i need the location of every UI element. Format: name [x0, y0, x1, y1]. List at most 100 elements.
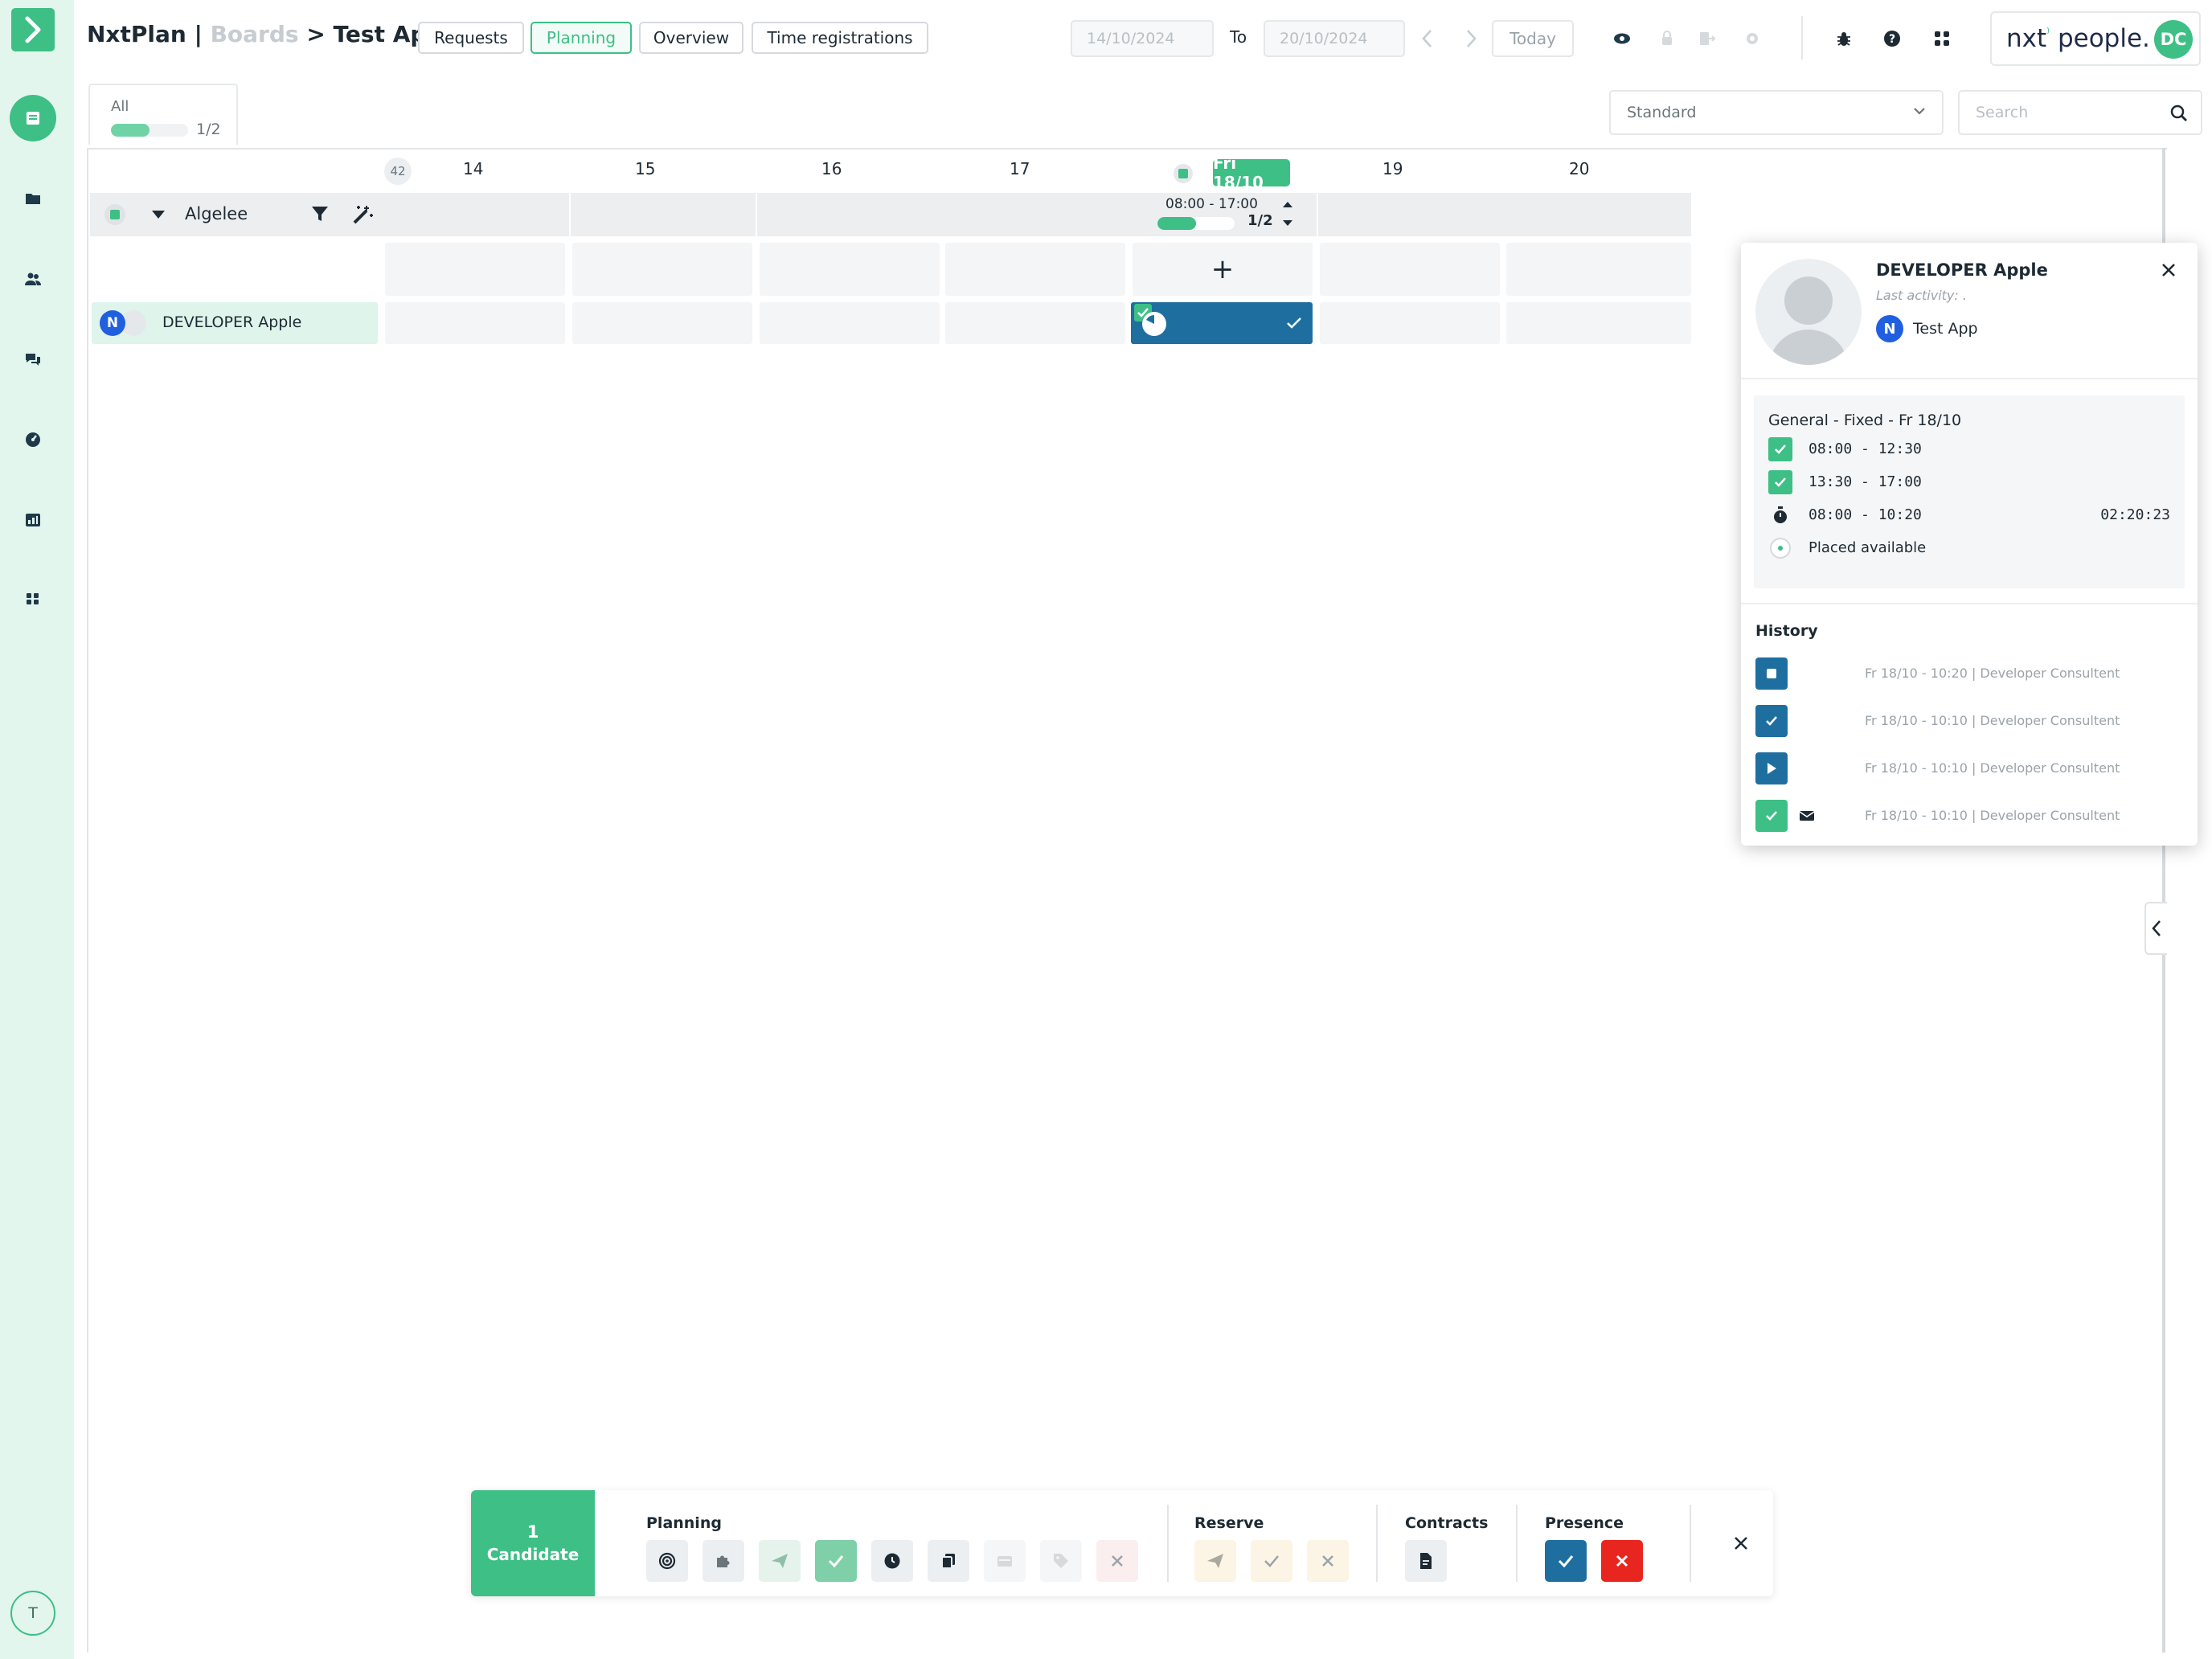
today-select-checkbox[interactable]	[1174, 164, 1193, 183]
user-avatar[interactable]: DC	[2154, 20, 2193, 59]
nav-planning[interactable]	[10, 95, 56, 141]
tab-planning[interactable]: Planning	[530, 22, 632, 54]
reserve-send-button[interactable]	[1194, 1540, 1236, 1582]
card-button[interactable]	[984, 1540, 1026, 1582]
contracts-actions-title: Contracts	[1405, 1514, 1489, 1532]
folder-icon	[26, 194, 40, 204]
chevron-right-icon	[1467, 30, 1477, 47]
bug-report-button[interactable]	[1829, 24, 1858, 53]
person-day-slot[interactable]	[572, 302, 752, 344]
grid-icon	[1935, 31, 1949, 46]
magic-wand-icon[interactable]	[350, 203, 375, 227]
planned-shift-block[interactable]	[1131, 302, 1313, 344]
filter-icon[interactable]	[310, 204, 330, 223]
capacity-stepper[interactable]	[1280, 198, 1296, 230]
reject-button[interactable]	[1096, 1540, 1138, 1582]
day-slot[interactable]	[945, 243, 1125, 296]
person-day-slot[interactable]	[1320, 302, 1500, 344]
candidate-label: Candidate	[486, 1545, 580, 1564]
check-icon	[828, 1555, 844, 1568]
view-toggle-button[interactable]	[1608, 24, 1636, 53]
absent-button[interactable]	[1601, 1540, 1643, 1582]
action-divider	[1690, 1505, 1691, 1582]
close-icon	[1735, 1537, 1747, 1550]
close-icon	[1322, 1555, 1333, 1567]
nav-apps[interactable]	[10, 576, 56, 622]
person-name: DEVELOPER Apple	[162, 313, 302, 331]
day-slot[interactable]	[572, 243, 752, 296]
apps-button[interactable]	[1927, 24, 1956, 53]
person-day-slot[interactable]	[1506, 302, 1691, 344]
user-menu-avatar[interactable]: T	[10, 1591, 55, 1636]
caret-down-icon	[1283, 220, 1292, 226]
next-week-button[interactable]	[1456, 24, 1485, 53]
popover-divider	[1741, 603, 2198, 604]
collapse-panel-button[interactable]	[2144, 902, 2167, 955]
search-input[interactable]: Search	[1958, 90, 2202, 135]
day-slot[interactable]	[1506, 243, 1691, 296]
tab-time-registrations[interactable]: Time registrations	[752, 22, 928, 54]
breadcrumb-arrow: >	[306, 21, 326, 47]
all-filter-tab[interactable]: All 1/2	[88, 84, 238, 145]
person-day-slot[interactable]	[945, 302, 1125, 344]
confirm-button[interactable]	[815, 1540, 857, 1582]
help-button[interactable]: ?	[1878, 24, 1907, 53]
tab-requests[interactable]: Requests	[418, 22, 524, 54]
close-action-bar-button[interactable]	[1727, 1529, 1755, 1558]
app-logo[interactable]	[11, 8, 55, 51]
org-switcher[interactable]: nxt⁾ people. DC	[1990, 11, 2201, 66]
presence-actions-title: Presence	[1545, 1514, 1624, 1532]
shift-capacity-fill	[1157, 217, 1196, 230]
file-export-icon	[1700, 32, 1716, 45]
day-slot[interactable]	[1320, 243, 1500, 296]
nav-dashboard[interactable]	[10, 416, 56, 463]
nav-people[interactable]	[10, 256, 56, 302]
day-header-today: Fri 18/10	[1213, 154, 1290, 192]
lock-button[interactable]	[1653, 24, 1682, 53]
app-root: T NxtPlan | Boards > Test App Requests P…	[0, 0, 2212, 1659]
availability-status-row: Placed available	[1768, 536, 2170, 560]
history-text: Fr 18/10 - 10:10 | Developer Consultent	[1865, 713, 2120, 728]
date-from-input[interactable]: 14/10/2024	[1071, 20, 1214, 57]
date-to-input[interactable]: 20/10/2024	[1264, 20, 1405, 57]
add-shift-button[interactable]: +	[1133, 243, 1313, 296]
person-day-slot[interactable]	[385, 302, 565, 344]
nav-messages[interactable]	[10, 336, 56, 383]
view-select[interactable]: Standard	[1609, 90, 1944, 135]
day-header: 15	[635, 159, 656, 178]
chevron-left-icon	[2152, 920, 2161, 936]
reserve-reject-button[interactable]	[1307, 1540, 1349, 1582]
contract-button[interactable]	[1405, 1540, 1447, 1582]
stopwatch-icon	[1768, 503, 1792, 527]
today-button[interactable]: Today	[1492, 20, 1574, 57]
stop-icon	[1755, 657, 1788, 690]
nav-reports[interactable]	[10, 497, 56, 543]
tab-overview[interactable]: Overview	[639, 22, 743, 54]
group-select-checkbox[interactable]	[104, 204, 125, 225]
check-icon	[1558, 1555, 1574, 1568]
view-select-value: Standard	[1627, 104, 1697, 121]
present-button[interactable]	[1545, 1540, 1587, 1582]
day-slot[interactable]	[760, 243, 940, 296]
caret-down-icon[interactable]	[150, 207, 167, 222]
time-button[interactable]	[871, 1540, 913, 1582]
settings-button[interactable]	[1738, 24, 1767, 53]
person-row-label[interactable]: N DEVELOPER Apple	[92, 302, 378, 344]
send-button[interactable]	[759, 1540, 801, 1582]
breadcrumb-boards-link[interactable]: Boards	[211, 21, 299, 47]
copy-button[interactable]	[928, 1540, 969, 1582]
shift-time-range: 08:00 - 17:00	[1165, 196, 1258, 212]
nav-projects[interactable]	[10, 175, 56, 222]
person-day-slot[interactable]	[760, 302, 940, 344]
reserve-confirm-button[interactable]	[1251, 1540, 1292, 1582]
popover-close-button[interactable]	[2157, 259, 2180, 281]
skills-button[interactable]	[703, 1540, 744, 1582]
popover-last-activity: Last activity: .	[1876, 288, 1967, 303]
prev-week-button[interactable]	[1413, 24, 1442, 53]
check-icon	[1755, 800, 1788, 832]
day-slot[interactable]	[385, 243, 565, 296]
history-text: Fr 18/10 - 10:10 | Developer Consultent	[1865, 760, 2120, 776]
target-button[interactable]	[646, 1540, 688, 1582]
export-button[interactable]	[1693, 24, 1722, 53]
tag-button[interactable]	[1040, 1540, 1082, 1582]
